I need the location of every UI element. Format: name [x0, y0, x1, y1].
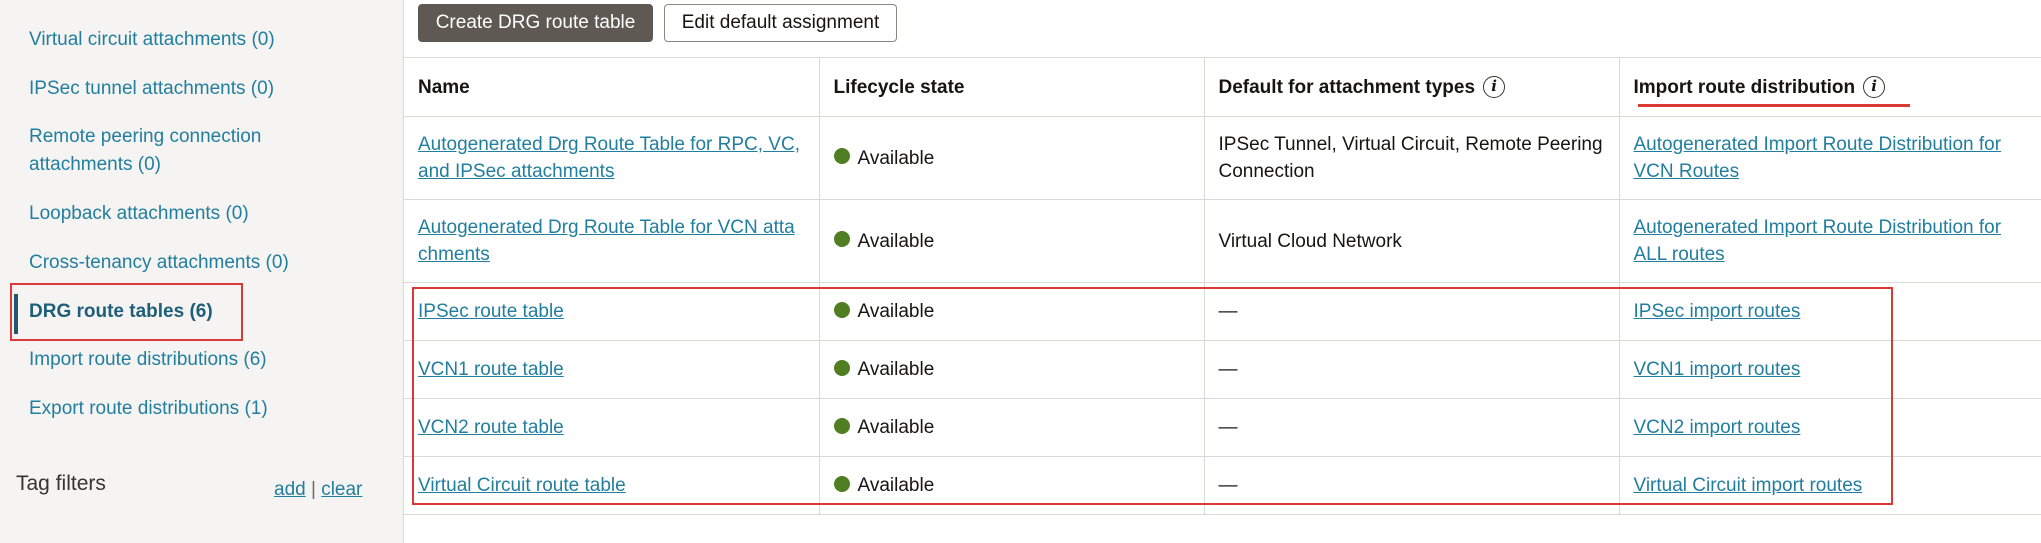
info-icon[interactable]: i	[1483, 76, 1506, 99]
link-line: chments	[418, 244, 490, 265]
active-indicator	[14, 294, 18, 334]
lifecycle-state: Available	[857, 301, 935, 322]
link-line: ALL routes	[1633, 244, 1725, 265]
tag-filter-actions: add | clear	[274, 479, 362, 501]
route-table-link[interactable]: VCN2 route table	[418, 417, 564, 438]
default-types-cell: Virtual Cloud Network	[1204, 199, 1620, 283]
edit-default-assignment-button[interactable]: Edit default assignment	[664, 4, 897, 42]
column-header-lifecycle-state[interactable]: Lifecycle state	[819, 57, 1205, 117]
sidebar-item-virtual-circuit[interactable]: Virtual circuit attachments (0)	[29, 26, 275, 54]
table-row: VCN1 route table Available — VCN1 import…	[404, 340, 2041, 399]
status-dot-icon	[833, 475, 850, 492]
tag-separator: |	[310, 479, 316, 500]
highlight-underline	[1638, 104, 1910, 107]
table-row: IPSec route table Available — IPSec impo…	[404, 282, 2041, 341]
lifecycle-state: Available	[857, 359, 935, 380]
link-line: Autogenerated Drg Route Table for RPC, V…	[418, 134, 800, 155]
import-distribution-link[interactable]: Autogenerated Import Route Distribution …	[1634, 134, 2002, 182]
tag-filters-title: Tag filters	[16, 472, 106, 495]
table-row: Virtual Circuit route table Available — …	[404, 456, 2041, 515]
main-content: Create DRG route table Edit default assi…	[404, 0, 2041, 543]
link-line: Autogenerated Import Route Distribution …	[1633, 217, 2002, 238]
route-table-link[interactable]: IPSec route table	[418, 301, 564, 322]
lifecycle-state: Available	[857, 417, 935, 438]
table-row: Autogenerated Drg Route Table for VCN at…	[404, 199, 2041, 283]
cell-line: Connection	[1218, 161, 1315, 182]
info-icon[interactable]: i	[1863, 76, 1886, 99]
lifecycle-state: Available	[857, 147, 935, 169]
route-table-link[interactable]: Autogenerated Drg Route Table for VCN at…	[418, 217, 795, 265]
import-distribution-link[interactable]: Autogenerated Import Route Distribution …	[1634, 217, 2002, 265]
create-drg-route-table-button[interactable]: Create DRG route table	[418, 4, 653, 42]
link-line: VCN Routes	[1633, 161, 1740, 182]
status-dot-icon	[833, 417, 850, 434]
table-row: VCN2 route table Available — VCN2 import…	[404, 398, 2041, 457]
sidebar-item-cross-tenancy[interactable]: Cross-tenancy attachments (0)	[29, 249, 289, 277]
link-line: Autogenerated Drg Route Table for VCN at…	[418, 217, 795, 238]
import-distribution-link[interactable]: Virtual Circuit import routes	[1634, 475, 1863, 496]
route-table-link[interactable]: VCN1 route table	[418, 359, 564, 380]
default-types-cell: —	[1204, 282, 1620, 341]
link-line: Autogenerated Import Route Distribution …	[1633, 134, 2002, 155]
default-types-cell: —	[1204, 398, 1620, 457]
status-dot-icon	[833, 148, 850, 165]
sidebar-item-label: Remote peering connection	[29, 126, 262, 147]
status-dot-icon	[833, 231, 850, 248]
sidebar-item-export-route-distributions[interactable]: Export route distributions (1)	[29, 395, 268, 423]
sidebar-item-loopback[interactable]: Loopback attachments (0)	[29, 200, 249, 228]
status-dot-icon	[833, 301, 850, 318]
column-header-name[interactable]: Name	[404, 57, 820, 117]
import-distribution-link[interactable]: VCN2 import routes	[1634, 417, 1801, 438]
column-header-default-types: Default for attachment types i	[1204, 57, 1620, 117]
sidebar-item-import-route-distributions[interactable]: Import route distributions (6)	[29, 346, 267, 374]
table-header-row: Name Lifecycle state Default for attachm…	[404, 57, 2041, 117]
import-distribution-link[interactable]: IPSec import routes	[1634, 301, 1801, 322]
link-line: and IPSec attachments	[418, 161, 615, 182]
default-types-cell: IPSec Tunnel, Virtual Circuit, Remote Pe…	[1204, 116, 1620, 200]
lifecycle-state: Available	[857, 475, 935, 496]
table-row: Autogenerated Drg Route Table for RPC, V…	[404, 116, 2041, 200]
column-header-import-route-distribution: Import route distribution i	[1619, 57, 2041, 117]
tag-clear-link[interactable]: clear	[321, 479, 362, 500]
column-header-label: Default for attachment types	[1218, 76, 1476, 98]
sidebar-item-label: attachments (0)	[29, 154, 161, 175]
route-table-link[interactable]: Autogenerated Drg Route Table for RPC, V…	[418, 134, 800, 182]
column-header-label: Import route distribution	[1633, 76, 1856, 98]
tag-add-link[interactable]: add	[274, 479, 306, 500]
default-types-cell: —	[1204, 456, 1620, 515]
default-types-cell: —	[1204, 340, 1620, 399]
lifecycle-state: Available	[857, 230, 935, 252]
sidebar-item-ipsec-tunnel[interactable]: IPSec tunnel attachments (0)	[29, 75, 274, 103]
sidebar-item-remote-peering[interactable]: Remote peering connection attachments (0…	[29, 123, 261, 179]
route-tables-table: Name Lifecycle state Default for attachm…	[404, 57, 2041, 515]
route-table-link[interactable]: Virtual Circuit route table	[418, 475, 626, 496]
import-distribution-link[interactable]: VCN1 import routes	[1634, 359, 1801, 380]
status-dot-icon	[833, 359, 850, 376]
sidebar-item-drg-route-tables[interactable]: DRG route tables (6)	[29, 298, 213, 326]
cell-line: IPSec Tunnel, Virtual Circuit, Remote Pe…	[1218, 134, 1603, 155]
sidebar: Virtual circuit attachments (0) IPSec tu…	[0, 0, 404, 543]
